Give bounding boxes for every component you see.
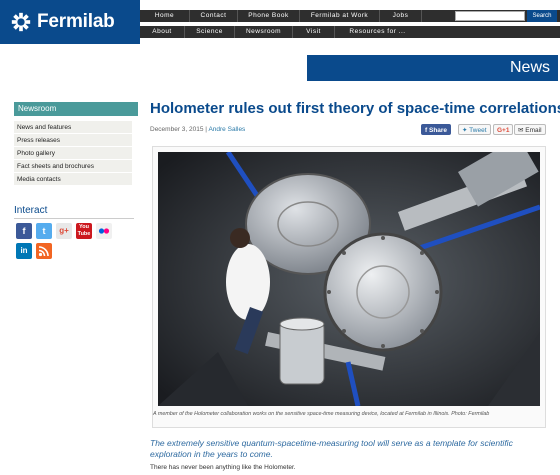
secondary-nav: About Science Newsroom Visit Resources f… (140, 26, 560, 38)
rss-icon[interactable] (36, 243, 52, 259)
fermilab-logo[interactable]: Fermilab (0, 0, 140, 44)
article-body: There has never been anything like the H… (150, 464, 296, 471)
nav-jobs[interactable]: Jobs (380, 10, 422, 22)
email-button[interactable]: ✉ Email (514, 124, 546, 135)
email-label: Email (525, 127, 542, 134)
holometer-photo-illustration (158, 152, 540, 406)
sidebar-item-press-releases[interactable]: Press releases (14, 134, 132, 147)
rss-glyph (38, 246, 49, 257)
googleplus-button[interactable]: G+1 (493, 124, 514, 135)
facebook-icon: f (425, 127, 428, 134)
search-input[interactable] (455, 11, 525, 21)
sidebar-item-fact-sheets[interactable]: Fact sheets and brochures (14, 160, 132, 173)
email-icon: ✉ (518, 127, 524, 134)
tweet-button[interactable]: ✦ Tweet (458, 124, 491, 135)
flickr-dots (98, 228, 110, 234)
nav-about[interactable]: About (140, 26, 185, 38)
nav-science[interactable]: Science (185, 26, 235, 38)
nav-home[interactable]: Home (140, 10, 190, 22)
tweet-label: Tweet (469, 127, 487, 134)
nav-fermilab-at-work[interactable]: Fermilab at Work (300, 10, 380, 22)
photo-caption: A member of the Holometer collaboration … (153, 411, 490, 417)
sidebar-item-media-contacts[interactable]: Media contacts (14, 173, 132, 186)
facebook-share-button[interactable]: f Share (421, 124, 452, 135)
interact-heading: Interact (14, 205, 48, 216)
nav-phone-book[interactable]: Phone Book (238, 10, 300, 22)
search-button[interactable]: Search (527, 10, 557, 22)
linkedin-icon[interactable]: in (16, 243, 32, 259)
share-label: Share (428, 127, 448, 134)
sidebar-item-news-features[interactable]: News and features (14, 121, 132, 134)
article-date: December 3, 2015 (150, 126, 204, 133)
article-author[interactable]: Andre Salles (208, 126, 245, 133)
nav-visit[interactable]: Visit (293, 26, 335, 38)
nav-newsroom[interactable]: Newsroom (235, 26, 293, 38)
youtube-icon[interactable]: You Tube (76, 223, 92, 239)
twitter-bird-icon: ✦ (462, 127, 468, 134)
sidebar-list: News and features Press releases Photo g… (14, 121, 132, 186)
googleplus-icon[interactable]: g+ (56, 223, 72, 239)
section-banner: News (307, 55, 558, 81)
article-photo (158, 152, 540, 406)
twitter-icon[interactable]: t (36, 223, 52, 239)
flickr-icon[interactable] (96, 223, 112, 239)
article-meta: December 3, 2015 | Andre Salles (150, 126, 245, 133)
nav-resources[interactable]: Resources for ... (335, 26, 420, 38)
article-title: Holometer rules out first theory of spac… (150, 100, 560, 117)
divider (14, 218, 134, 219)
sidebar-heading[interactable]: Newsroom (14, 102, 138, 116)
nav-contact[interactable]: Contact (190, 10, 238, 22)
sidebar-item-photo-gallery[interactable]: Photo gallery (14, 147, 132, 160)
article-lead: The extremely sensitive quantum-spacetim… (150, 438, 513, 459)
logo-text: Fermilab (37, 11, 115, 32)
fermilab-logo-icon (11, 12, 31, 32)
facebook-icon[interactable]: f (16, 223, 32, 239)
meta-separator: | (205, 126, 207, 133)
